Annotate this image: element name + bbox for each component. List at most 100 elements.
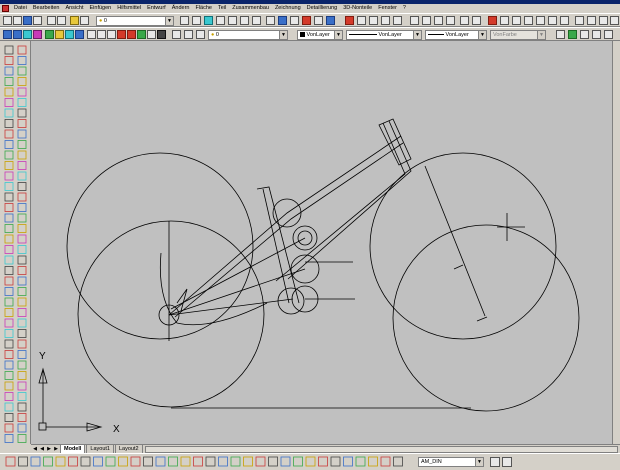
left-tool-32-1-icon[interactable] xyxy=(17,381,27,391)
snap-tool-11-icon[interactable] xyxy=(143,456,153,467)
menu-einfuegen[interactable]: Einfügen xyxy=(87,4,115,13)
amsymbol-icon[interactable] xyxy=(536,16,545,25)
left-tool-18-0-icon[interactable] xyxy=(4,234,14,244)
snap-tool-10-icon[interactable] xyxy=(130,456,141,467)
cut-icon[interactable] xyxy=(70,16,79,25)
llll-icon[interactable] xyxy=(610,16,619,25)
layer-icon-14[interactable] xyxy=(137,30,146,39)
dim-tool-b-icon[interactable] xyxy=(502,457,512,467)
next-tab-icon[interactable]: ▶ xyxy=(46,446,52,452)
pivot-circle-5[interactable] xyxy=(277,287,305,315)
view-iso2-icon[interactable] xyxy=(472,16,481,25)
left-tool-35-0-icon[interactable] xyxy=(4,413,14,422)
left-tool-30-0-icon[interactable] xyxy=(4,360,14,370)
left-tool-29-1-icon[interactable] xyxy=(17,350,27,359)
fork-mark[interactable] xyxy=(453,264,464,270)
tool-c-icon[interactable] xyxy=(580,30,589,39)
menu-bearbeiten[interactable]: Bearbeiten xyxy=(30,4,63,13)
layer-manager-icon[interactable] xyxy=(180,16,189,25)
left-tool-2-1-icon[interactable] xyxy=(17,66,27,76)
snap-tool-14-icon[interactable] xyxy=(180,456,191,467)
left-tool-11-0-icon[interactable] xyxy=(4,161,14,170)
snap-tool-19-icon[interactable] xyxy=(243,456,253,467)
left-tool-29-0-icon[interactable] xyxy=(4,350,14,359)
fork-dropout[interactable] xyxy=(476,316,488,322)
left-tool-27-0-icon[interactable] xyxy=(4,329,14,338)
left-tool-9-0-icon[interactable] xyxy=(4,140,14,149)
menu-fenster[interactable]: Fenster xyxy=(375,4,400,13)
zoom-in-icon[interactable] xyxy=(345,16,354,25)
left-tool-21-1-icon[interactable] xyxy=(17,266,27,275)
left-tool-19-0-icon[interactable] xyxy=(4,245,14,254)
left-tool-12-0-icon[interactable] xyxy=(4,171,14,181)
lineweight-dropdown[interactable]: VonLayer ▼ xyxy=(425,30,487,40)
left-tool-17-1-icon[interactable] xyxy=(17,224,27,233)
linetype-dropdown[interactable]: VonLayer ▼ xyxy=(346,30,422,40)
tool-b-icon[interactable] xyxy=(568,30,577,39)
left-tool-33-1-icon[interactable] xyxy=(17,392,27,401)
layer-icon-2[interactable] xyxy=(13,30,22,39)
copy-icon[interactable] xyxy=(80,16,89,25)
zoom-realtime-icon[interactable] xyxy=(228,16,237,25)
left-tool-1-0-icon[interactable] xyxy=(4,56,14,65)
prev-tab-icon[interactable]: ◀ xyxy=(39,446,45,452)
first-tab-icon[interactable]: ◀ xyxy=(32,446,38,452)
left-tool-36-0-icon[interactable] xyxy=(4,423,14,433)
menu-ansicht[interactable]: Ansicht xyxy=(62,4,86,13)
menu-zeichnung[interactable]: Zeichnung xyxy=(272,4,304,13)
view-left-icon[interactable] xyxy=(434,16,443,25)
layer-state-icon[interactable] xyxy=(184,30,193,39)
view-right-icon[interactable] xyxy=(446,16,455,25)
left-tool-16-0-icon[interactable] xyxy=(4,213,14,223)
layer-manager2-icon[interactable] xyxy=(172,30,181,39)
layer-prev-icon[interactable] xyxy=(196,30,205,39)
left-tool-37-0-icon[interactable] xyxy=(4,434,14,443)
new-icon[interactable] xyxy=(3,16,12,25)
horizontal-scrollbar[interactable] xyxy=(144,445,618,453)
left-tool-9-1-icon[interactable] xyxy=(17,140,27,149)
redraw-icon[interactable] xyxy=(266,16,275,25)
color-dropdown[interactable]: VonLayer ▼ xyxy=(297,30,343,40)
left-tool-19-1-icon[interactable] xyxy=(17,245,27,254)
menu-flaeche[interactable]: Fläche xyxy=(192,4,215,13)
left-tool-3-0-icon[interactable] xyxy=(4,77,14,86)
menu-3d-normteile[interactable]: 3D-Nonteile xyxy=(340,4,375,13)
left-tool-3-1-icon[interactable] xyxy=(17,77,27,86)
left-tool-11-1-icon[interactable] xyxy=(17,161,27,170)
open-icon[interactable] xyxy=(13,16,22,25)
orbit-icon[interactable] xyxy=(393,16,402,25)
amtolerance-icon[interactable] xyxy=(548,16,557,25)
snap-tool-27-icon[interactable] xyxy=(343,456,353,467)
app-icon[interactable] xyxy=(2,5,9,12)
chainstay-2[interactable] xyxy=(168,298,294,316)
left-tool-34-1-icon[interactable] xyxy=(17,402,27,412)
pan-icon[interactable] xyxy=(216,16,225,25)
properties-icon[interactable] xyxy=(192,16,201,25)
left-tool-13-1-icon[interactable] xyxy=(17,182,27,191)
menu-hilfsmittel[interactable]: Hilfsmittel xyxy=(114,4,144,13)
snap-tool-13-icon[interactable] xyxy=(168,456,178,467)
layer-icon-9[interactable] xyxy=(87,30,96,39)
lll-icon[interactable] xyxy=(599,16,608,25)
snap-tool-21-icon[interactable] xyxy=(268,456,278,467)
menu-detaillierung[interactable]: Detaillierung xyxy=(304,4,341,13)
left-tool-5-0-icon[interactable] xyxy=(4,98,14,107)
layer-dropdown-2[interactable]: ● 0 ▼ xyxy=(208,30,288,40)
left-tool-26-1-icon[interactable] xyxy=(17,318,27,328)
left-tool-8-0-icon[interactable] xyxy=(4,129,14,139)
left-tool-6-1-icon[interactable] xyxy=(17,108,27,118)
layer-icon-15[interactable] xyxy=(147,30,156,39)
zoom-previous-icon[interactable] xyxy=(252,16,261,25)
zoom-window-icon[interactable] xyxy=(240,16,249,25)
amlayer-icon[interactable] xyxy=(512,16,521,25)
view-iso-icon[interactable] xyxy=(460,16,469,25)
left-tool-10-0-icon[interactable] xyxy=(4,150,14,160)
amvisibility-icon[interactable] xyxy=(500,16,509,25)
last-tab-icon[interactable]: ▶ xyxy=(53,446,59,452)
menu-teil[interactable]: Teil xyxy=(215,4,229,13)
layer-icon-7[interactable] xyxy=(65,30,74,39)
snap-tool-1-icon[interactable] xyxy=(18,456,28,467)
left-tool-20-0-icon[interactable] xyxy=(4,255,14,265)
snap-tool-5-icon[interactable] xyxy=(68,456,78,467)
layer-icon-5[interactable] xyxy=(45,30,54,39)
